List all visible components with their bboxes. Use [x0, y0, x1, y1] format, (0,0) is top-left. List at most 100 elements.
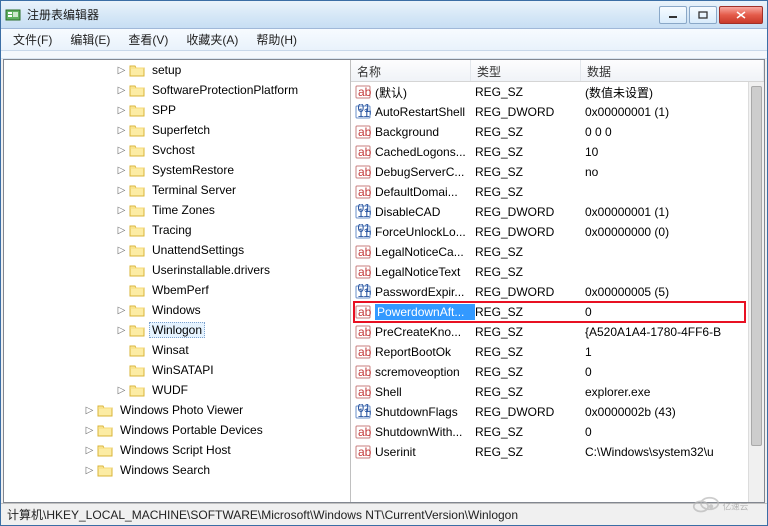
svg-text:ab: ab: [358, 185, 371, 199]
titlebar[interactable]: 注册表编辑器: [1, 1, 767, 29]
expand-icon[interactable]: ▷: [84, 405, 95, 416]
expand-icon[interactable]: ▷: [116, 385, 127, 396]
list-row[interactable]: abPreCreateKno...REG_SZ{A520A1A4-1780-4F…: [351, 322, 764, 342]
tree-item[interactable]: ▷Windows Search: [4, 460, 350, 480]
tree-item-label: WbemPerf: [149, 282, 212, 298]
expand-icon[interactable]: ▷: [84, 445, 95, 456]
menu-edit[interactable]: 编辑(E): [62, 29, 118, 50]
list-row[interactable]: abLegalNoticeTextREG_SZ: [351, 262, 764, 282]
tree-item[interactable]: Winsat: [4, 340, 350, 360]
svg-text:110: 110: [358, 286, 372, 300]
tree-item[interactable]: ▷Terminal Server: [4, 180, 350, 200]
svg-text:110: 110: [358, 206, 372, 220]
list-row[interactable]: abBackgroundREG_SZ0 0 0: [351, 122, 764, 142]
column-data[interactable]: 数据: [581, 60, 764, 81]
tree-item[interactable]: ▷Tracing: [4, 220, 350, 240]
value-type: REG_SZ: [475, 325, 585, 339]
tree-item[interactable]: ▷ setup: [4, 60, 350, 80]
list-row[interactable]: 011110PasswordExpir...REG_DWORD0x0000000…: [351, 282, 764, 302]
value-type: REG_DWORD: [475, 105, 585, 119]
list-row[interactable]: abCachedLogons...REG_SZ10: [351, 142, 764, 162]
vertical-scrollbar[interactable]: [748, 82, 764, 502]
expand-icon[interactable]: ▷: [84, 465, 95, 476]
tree-item[interactable]: Userinstallable.drivers: [4, 260, 350, 280]
tree-item[interactable]: ▷Windows Photo Viewer: [4, 400, 350, 420]
list-header[interactable]: 名称 类型 数据: [351, 60, 764, 82]
expand-icon[interactable]: ▷: [116, 185, 127, 196]
maximize-button[interactable]: [689, 6, 717, 24]
tree-item[interactable]: WbemPerf: [4, 280, 350, 300]
column-name[interactable]: 名称: [351, 60, 471, 81]
expand-icon[interactable]: ▷: [116, 85, 127, 96]
tree-item[interactable]: ▷Winlogon: [4, 320, 350, 340]
expand-icon[interactable]: ▷: [116, 245, 127, 256]
list-row[interactable]: abPowerdownAft...REG_SZ0: [351, 302, 764, 322]
value-name: Userinit: [375, 445, 475, 459]
minimize-button[interactable]: [659, 6, 687, 24]
close-button[interactable]: [719, 6, 763, 24]
expand-icon[interactable]: ▷: [116, 145, 127, 156]
expand-icon[interactable]: ▷: [116, 225, 127, 236]
list-row[interactable]: 011110ForceUnlockLo...REG_DWORD0x0000000…: [351, 222, 764, 242]
list-row[interactable]: abShutdownWith...REG_SZ0: [351, 422, 764, 442]
list-row[interactable]: 011110DisableCADREG_DWORD0x00000001 (1): [351, 202, 764, 222]
tree-item-label: Superfetch: [149, 122, 213, 138]
tree-item[interactable]: ▷SystemRestore: [4, 160, 350, 180]
tree-item[interactable]: ▷Windows Portable Devices: [4, 420, 350, 440]
list-row[interactable]: 011110ShutdownFlagsREG_DWORD0x0000002b (…: [351, 402, 764, 422]
expand-icon[interactable]: ▷: [116, 125, 127, 136]
value-data: 0x00000001 (1): [585, 205, 764, 219]
registry-tree[interactable]: ▷setup▷SoftwareProtectionPlatform▷SPP▷Su…: [4, 60, 351, 502]
value-type: REG_DWORD: [475, 205, 585, 219]
tree-item[interactable]: ▷ SPP: [4, 100, 350, 120]
expand-icon[interactable]: ▷: [116, 105, 127, 116]
string-value-icon: ab: [355, 304, 371, 320]
list-row[interactable]: ab(默认)REG_SZ(数值未设置): [351, 82, 764, 102]
menu-file[interactable]: 文件(F): [5, 29, 60, 50]
value-type: REG_SZ: [475, 305, 585, 319]
string-value-icon: ab: [355, 184, 371, 200]
value-name: PowerdownAft...: [375, 304, 475, 320]
menu-view[interactable]: 查看(V): [120, 29, 176, 50]
list-row[interactable]: abDebugServerC...REG_SZno: [351, 162, 764, 182]
expand-icon[interactable]: ▷: [116, 65, 127, 76]
list-row[interactable]: abscremoveoptionREG_SZ0: [351, 362, 764, 382]
list-row[interactable]: abShellREG_SZexplorer.exe: [351, 382, 764, 402]
svg-text:ab: ab: [358, 245, 371, 259]
tree-item[interactable]: ▷ Windows: [4, 300, 350, 320]
tree-item[interactable]: ▷Time Zones: [4, 200, 350, 220]
value-type: REG_SZ: [475, 245, 585, 259]
svg-text:ab: ab: [358, 165, 371, 179]
list-row[interactable]: abUserinitREG_SZC:\Windows\system32\u: [351, 442, 764, 462]
tree-item[interactable]: ▷WUDF: [4, 380, 350, 400]
expand-icon[interactable]: ▷: [84, 425, 95, 436]
folder-icon: [129, 184, 145, 197]
tree-item-label: SPP: [149, 102, 179, 118]
list-row[interactable]: abDefaultDomai...REG_SZ: [351, 182, 764, 202]
list-row[interactable]: abReportBootOkREG_SZ1: [351, 342, 764, 362]
value-name: LegalNoticeText: [375, 265, 475, 279]
menu-favorites[interactable]: 收藏夹(A): [178, 29, 246, 50]
menubar: 文件(F) 编辑(E) 查看(V) 收藏夹(A) 帮助(H): [1, 29, 767, 51]
scrollbar-thumb[interactable]: [751, 86, 762, 446]
tree-item[interactable]: ▷Svchost: [4, 140, 350, 160]
list-row[interactable]: abLegalNoticeCa...REG_SZ: [351, 242, 764, 262]
values-list[interactable]: 名称 类型 数据 ab(默认)REG_SZ(数值未设置)011110AutoRe…: [351, 60, 764, 502]
expand-icon[interactable]: ▷: [116, 325, 127, 336]
column-type[interactable]: 类型: [471, 60, 581, 81]
tree-item-label: setup: [149, 62, 184, 78]
expand-icon[interactable]: ▷: [116, 205, 127, 216]
tree-item[interactable]: ▷UnattendSettings: [4, 240, 350, 260]
tree-item[interactable]: ▷Windows Script Host: [4, 440, 350, 460]
window-title: 注册表编辑器: [27, 6, 659, 23]
value-name: Background: [375, 125, 475, 139]
expand-icon[interactable]: ▷: [116, 165, 127, 176]
tree-item[interactable]: ▷ Superfetch: [4, 120, 350, 140]
tree-item-label: Windows: [149, 302, 204, 318]
value-type: REG_DWORD: [475, 405, 585, 419]
tree-item[interactable]: ▷SoftwareProtectionPlatform: [4, 80, 350, 100]
menu-help[interactable]: 帮助(H): [248, 29, 305, 50]
tree-item[interactable]: WinSATAPI: [4, 360, 350, 380]
list-row[interactable]: 011110AutoRestartShellREG_DWORD0x0000000…: [351, 102, 764, 122]
expand-icon[interactable]: ▷: [116, 305, 127, 316]
